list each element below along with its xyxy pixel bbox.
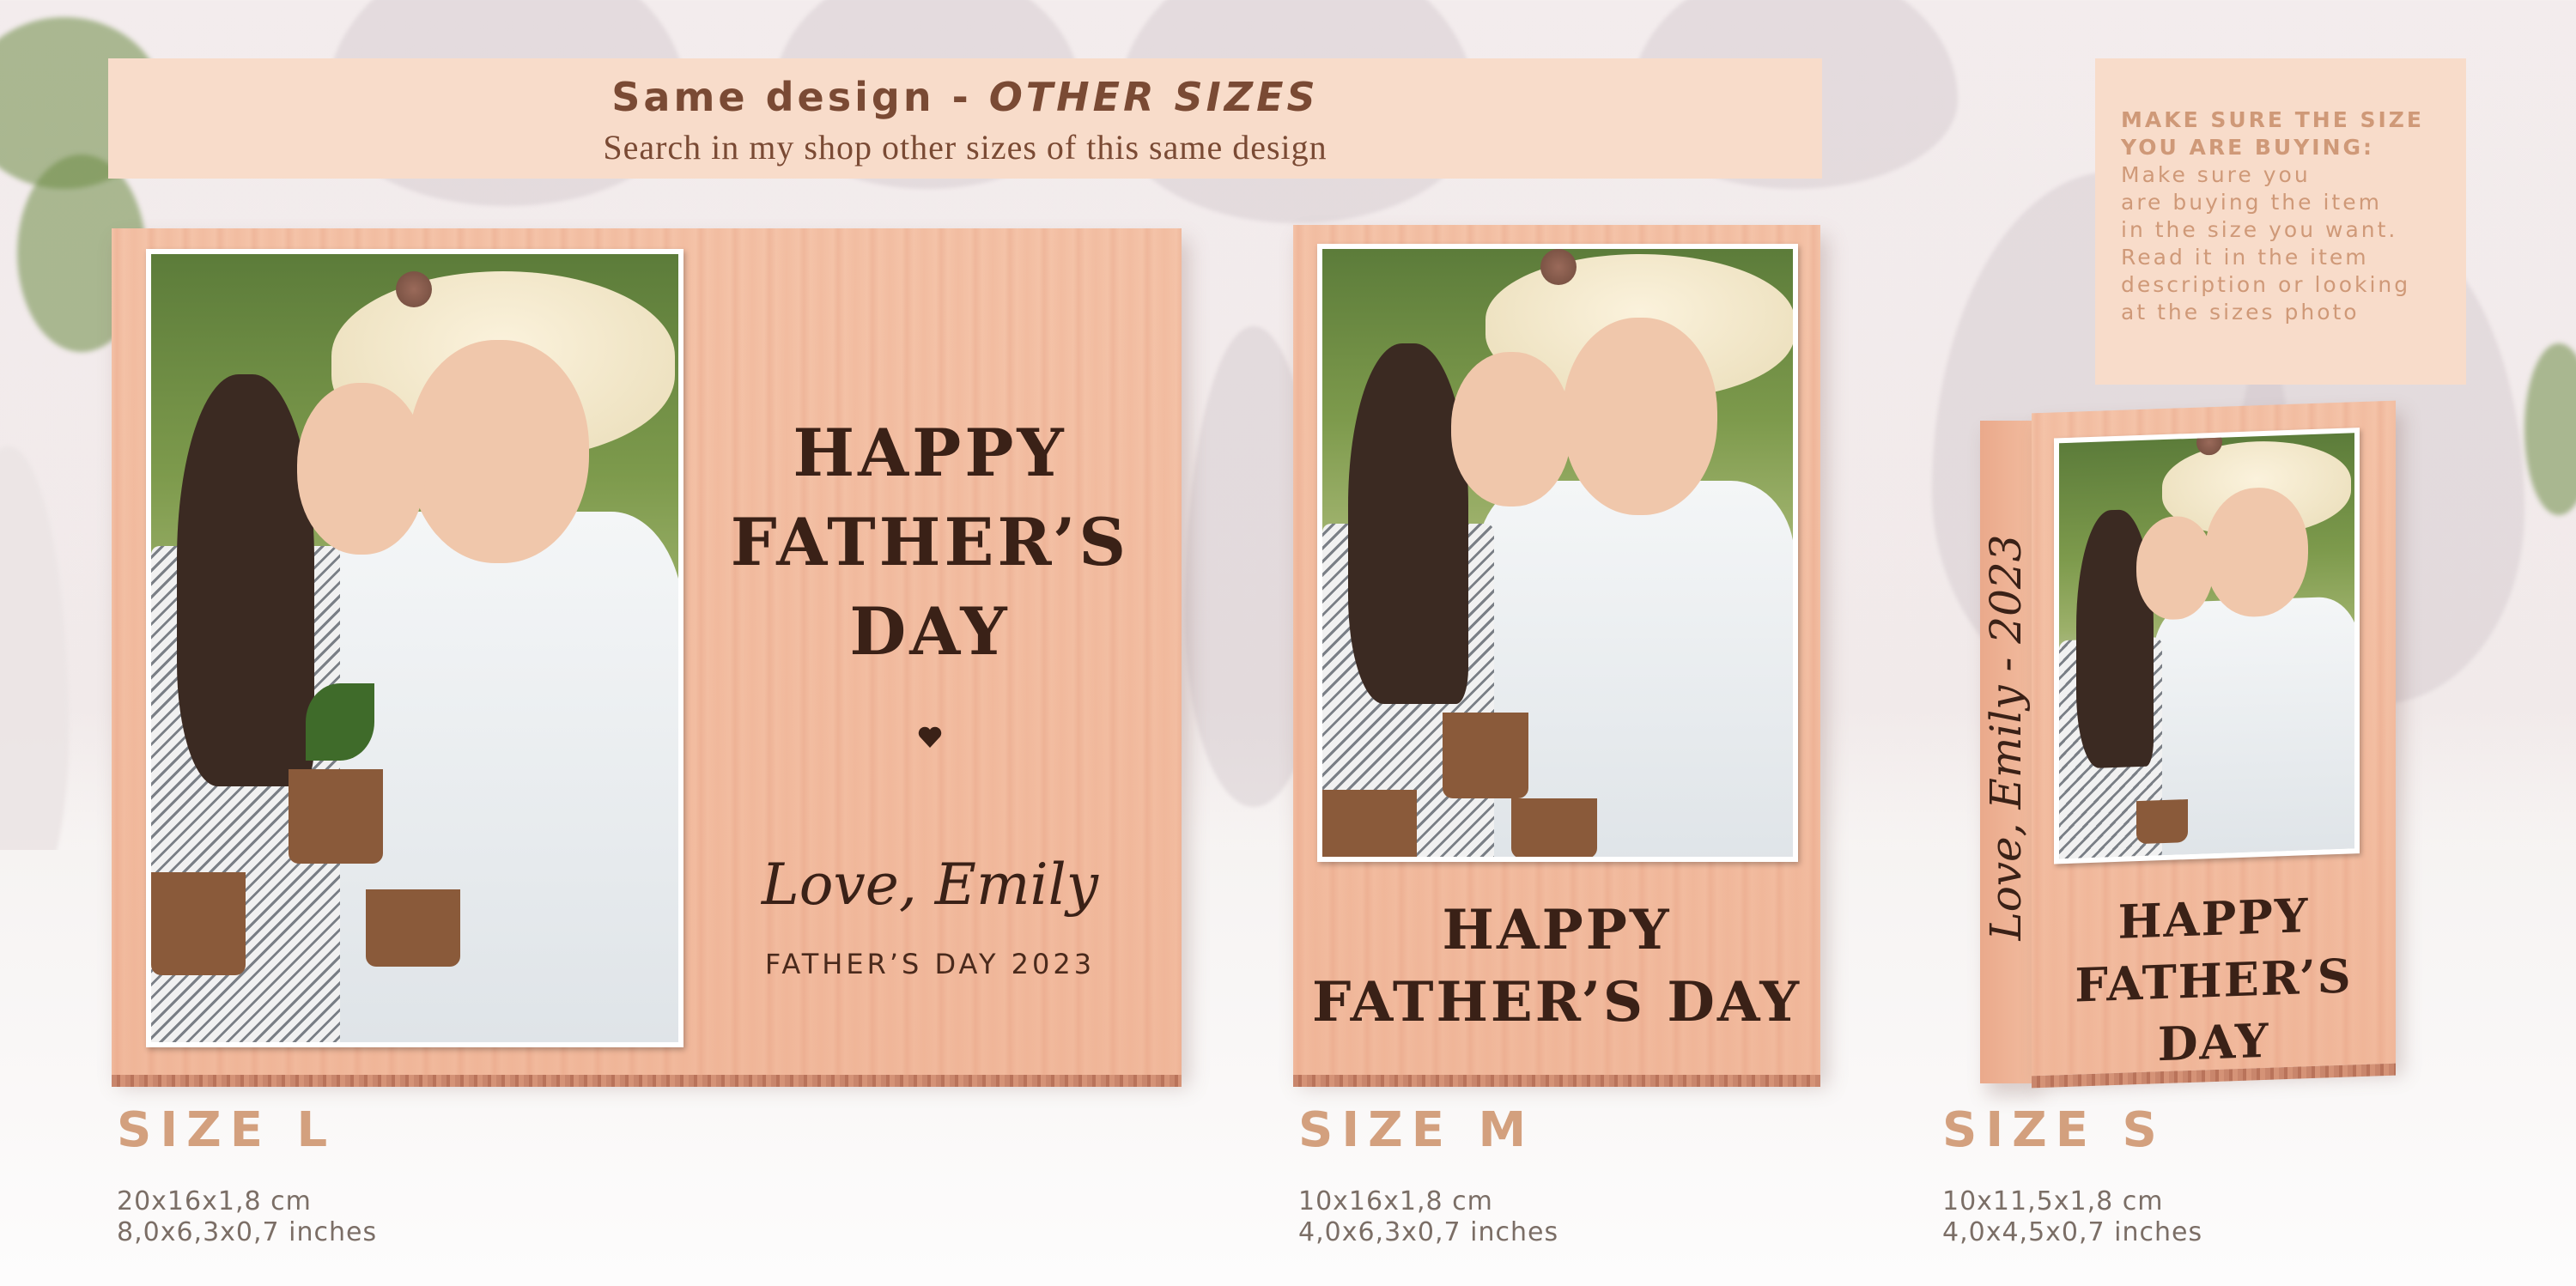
size-s-label: SIZE S bbox=[1942, 1102, 2166, 1158]
man-face bbox=[1563, 318, 1717, 515]
size-s-dimensions: 10x11,5x1,8 cm 4,0x4,5x0,7 inches bbox=[1942, 1186, 2202, 1248]
hanging-hole bbox=[1540, 249, 1577, 285]
note-heading-line: MAKE SURE THE SIZE bbox=[2121, 107, 2424, 132]
product-small-side: Love, Emily - 2023 bbox=[1980, 421, 2035, 1083]
plant-pot bbox=[1443, 713, 1528, 798]
product-medium-photo bbox=[1317, 244, 1798, 862]
note-body-line: description or looking bbox=[2121, 272, 2411, 297]
product-medium-heading: HAPPY FATHER’S DAY bbox=[1293, 895, 1820, 1039]
product-small-photo bbox=[2054, 428, 2360, 864]
size-m-label: SIZE M bbox=[1298, 1102, 1535, 1158]
photo-content bbox=[2059, 433, 2354, 859]
woman-hair bbox=[177, 374, 314, 786]
note-body-line: are buying the item bbox=[2121, 190, 2382, 215]
product-small-side-text: Love, Emily - 2023 bbox=[1981, 534, 2031, 941]
banner-title-italic: OTHER SIZES bbox=[988, 74, 1319, 120]
note-body-line: at the sizes photo bbox=[2121, 300, 2360, 325]
note-body-line: in the size you want. bbox=[2121, 217, 2398, 242]
dims-inches: 4,0x4,5x0,7 inches bbox=[1942, 1217, 2203, 1247]
plant-pot bbox=[2136, 799, 2188, 845]
plant-pot bbox=[366, 889, 460, 967]
product-large-block: HAPPY FATHER’S DAY Love, Emily FATHER’S … bbox=[112, 228, 1182, 1087]
heading-line: FATHER’S DAY bbox=[1311, 970, 1802, 1034]
photo-content bbox=[1322, 249, 1793, 857]
product-small-block: Love, Emily - 2023 HAPPY FATHER’S DAY bbox=[1980, 400, 2401, 1089]
woman-face bbox=[297, 383, 426, 555]
dims-inches: 4,0x6,3x0,7 inches bbox=[1298, 1217, 1559, 1247]
note-heading-line: YOU ARE BUYING: bbox=[2121, 135, 2375, 160]
heading-line: HAPPY bbox=[1442, 898, 1672, 962]
man-face bbox=[409, 340, 589, 563]
product-large-footer: FATHER’S DAY 2023 bbox=[764, 948, 1096, 980]
plant-pot bbox=[151, 872, 246, 975]
product-large-signature: Love, Emily bbox=[761, 852, 1099, 918]
wood-edge bbox=[112, 1075, 1182, 1087]
dims-cm: 10x11,5x1,8 cm bbox=[1942, 1186, 2164, 1216]
plant-pot bbox=[1511, 798, 1597, 857]
note-heading: MAKE SURE THE SIZE YOU ARE BUYING: bbox=[2121, 106, 2447, 161]
note-body-line: Make sure you bbox=[2121, 162, 2311, 187]
dims-cm: 20x16x1,8 cm bbox=[117, 1186, 312, 1216]
banner-subtitle: Search in my shop other sizes of this sa… bbox=[603, 128, 1327, 167]
woman-face bbox=[2136, 515, 2214, 622]
banner-title: Same design - OTHER SIZES bbox=[108, 74, 1822, 120]
product-small-heading: HAPPY FATHER’S DAY bbox=[2032, 882, 2396, 1080]
banner-title-plain: Same design - bbox=[611, 74, 989, 120]
background-plant bbox=[2524, 343, 2576, 515]
photo-content bbox=[151, 254, 678, 1042]
sizes-banner: Same design - OTHER SIZES Search in my s… bbox=[108, 58, 1822, 179]
plant-leaves bbox=[306, 683, 374, 761]
hanging-hole bbox=[396, 271, 432, 307]
heading-line: DAY bbox=[849, 593, 1011, 670]
note-body: Make sure you are buying the item in the… bbox=[2121, 161, 2447, 326]
product-medium-block: HAPPY FATHER’S DAY bbox=[1293, 225, 1820, 1087]
dims-cm: 10x16x1,8 cm bbox=[1298, 1186, 1493, 1216]
woman-face bbox=[1451, 352, 1571, 507]
woman-hair bbox=[1348, 343, 1468, 704]
size-l-dimensions: 20x16x1,8 cm 8,0x6,3x0,7 inches bbox=[117, 1186, 377, 1248]
size-l-label: SIZE L bbox=[117, 1102, 337, 1158]
product-large-heading: HAPPY FATHER’S DAY bbox=[696, 409, 1164, 676]
dims-inches: 8,0x6,3x0,7 inches bbox=[117, 1217, 378, 1247]
heading-line: FATHER’S DAY bbox=[2075, 948, 2353, 1072]
heart-icon bbox=[918, 726, 942, 748]
heading-line: FATHER’S bbox=[730, 504, 1130, 580]
plant-pot bbox=[1322, 790, 1417, 857]
product-large-photo bbox=[146, 249, 683, 1047]
wood-edge bbox=[1293, 1075, 1820, 1087]
heading-line: HAPPY bbox=[793, 415, 1067, 491]
plant-pot bbox=[289, 769, 383, 864]
size-m-dimensions: 10x16x1,8 cm 4,0x6,3x0,7 inches bbox=[1298, 1186, 1558, 1248]
note-body-line: Read it in the item bbox=[2121, 245, 2369, 270]
product-small-front: HAPPY FATHER’S DAY bbox=[2032, 400, 2396, 1089]
size-warning-note: MAKE SURE THE SIZE YOU ARE BUYING: Make … bbox=[2095, 58, 2466, 385]
